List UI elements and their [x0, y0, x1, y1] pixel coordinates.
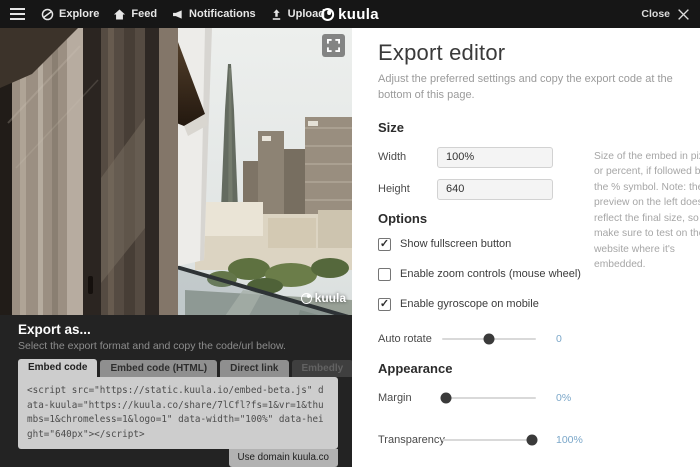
close-label: Close	[641, 8, 670, 20]
kuula-watermark-icon	[300, 292, 312, 304]
kuula-logo-icon	[321, 7, 335, 21]
size-helper-text: Size of the embed in pixels or percent, …	[594, 150, 700, 270]
checkbox-icon	[378, 267, 391, 281]
slider-thumb[interactable]	[526, 434, 538, 446]
megaphone-icon	[173, 9, 182, 19]
checkbox-label: Enable zoom controls (mouse wheel)	[400, 268, 581, 281]
margin-value: 0%	[556, 391, 572, 404]
tab-embed-code[interactable]: Embed code	[18, 359, 98, 378]
export-format-tabs: Embed code Embed code (HTML) Direct link…	[18, 359, 354, 378]
nav-feed[interactable]: Feed	[113, 8, 157, 21]
watermark-text: kuula	[314, 291, 346, 306]
page-title: Export editor	[378, 40, 506, 65]
kuula-logo[interactable]: kuula	[321, 0, 379, 28]
nav-notifications[interactable]: Notifications	[171, 8, 256, 21]
close-icon	[678, 8, 689, 20]
margin-label: Margin	[378, 391, 412, 404]
margin-row: Margin 0%	[378, 392, 700, 404]
embed-code-box[interactable]: <script src="https://static.kuula.io/emb…	[18, 377, 338, 449]
domain-button-row: Use domain kuula.co	[18, 449, 338, 467]
width-input[interactable]	[437, 146, 553, 168]
nav-explore[interactable]: Explore	[41, 8, 99, 21]
explore-icon	[41, 8, 54, 20]
slider-thumb[interactable]	[483, 333, 495, 345]
nav-label: Feed	[131, 8, 158, 20]
panorama-viewer[interactable]: kuula	[0, 28, 352, 316]
auto-rotate-label: Auto rotate	[378, 332, 432, 345]
transparency-slider[interactable]	[442, 434, 538, 446]
transparency-label: Transparency	[378, 433, 445, 446]
export-as-subtitle: Select the export format and and copy th…	[18, 340, 286, 353]
home-icon	[114, 8, 126, 20]
appearance-heading: Appearance	[378, 360, 453, 376]
auto-rotate-value: 0	[556, 332, 562, 345]
topbar: Explore Feed Notifications Upload kuula …	[0, 0, 700, 28]
checkbox-label: Enable gyroscope on mobile	[400, 298, 539, 311]
fullscreen-button[interactable]	[322, 34, 345, 57]
checkbox-icon	[378, 297, 391, 311]
size-section: Width Height Size of the embed in pixels…	[378, 146, 700, 270]
panorama-image	[0, 28, 352, 316]
checkbox-label: Show fullscreen button	[400, 238, 512, 251]
size-heading: Size	[378, 119, 405, 135]
close-button[interactable]: Close	[641, 0, 690, 28]
transparency-row: Transparency 100%	[378, 434, 700, 446]
auto-rotate-slider[interactable]	[442, 333, 536, 345]
export-panel: Export as... Select the export format an…	[0, 315, 354, 467]
upload-icon	[272, 8, 280, 20]
tab-embed-code-html[interactable]: Embed code (HTML)	[100, 360, 218, 378]
export-as-title: Export as...	[18, 322, 91, 338]
nav-upload[interactable]: Upload	[270, 8, 325, 21]
use-domain-button[interactable]: Use domain kuula.co	[228, 449, 338, 467]
tab-embedly[interactable]: Embedly	[291, 360, 354, 378]
height-label: Height	[378, 183, 410, 196]
nav-label: Upload	[287, 8, 325, 20]
checkbox-gyroscope[interactable]: Enable gyroscope on mobile	[378, 297, 700, 311]
left-column: kuula Export as... Select the export for…	[0, 28, 354, 467]
auto-rotate-row: Auto rotate 0	[378, 333, 700, 345]
page-description: Adjust the preferred settings and copy t…	[378, 73, 673, 101]
margin-slider[interactable]	[440, 392, 536, 404]
transparency-value: 100%	[556, 433, 583, 446]
tab-direct-link[interactable]: Direct link	[220, 360, 289, 378]
height-input[interactable]	[437, 178, 553, 200]
nav-label: Notifications	[189, 8, 256, 20]
embed-code-text: <script src="https://static.kuula.io/emb…	[27, 385, 324, 440]
fullscreen-icon	[327, 39, 340, 52]
menu-icon[interactable]	[8, 4, 27, 24]
nav-label: Explore	[59, 8, 100, 20]
kuula-watermark: kuula	[300, 291, 346, 306]
topbar-nav: Explore Feed Notifications Upload	[0, 4, 325, 24]
width-label: Width	[378, 151, 407, 164]
export-editor-panel: Export editor Adjust the preferred setti…	[352, 28, 700, 467]
logo-text: kuula	[338, 5, 379, 23]
checkbox-icon	[378, 237, 391, 251]
slider-thumb[interactable]	[440, 392, 452, 404]
main-content: kuula Export as... Select the export for…	[0, 28, 700, 467]
kuula-app: Explore Feed Notifications Upload kuula …	[0, 0, 700, 467]
